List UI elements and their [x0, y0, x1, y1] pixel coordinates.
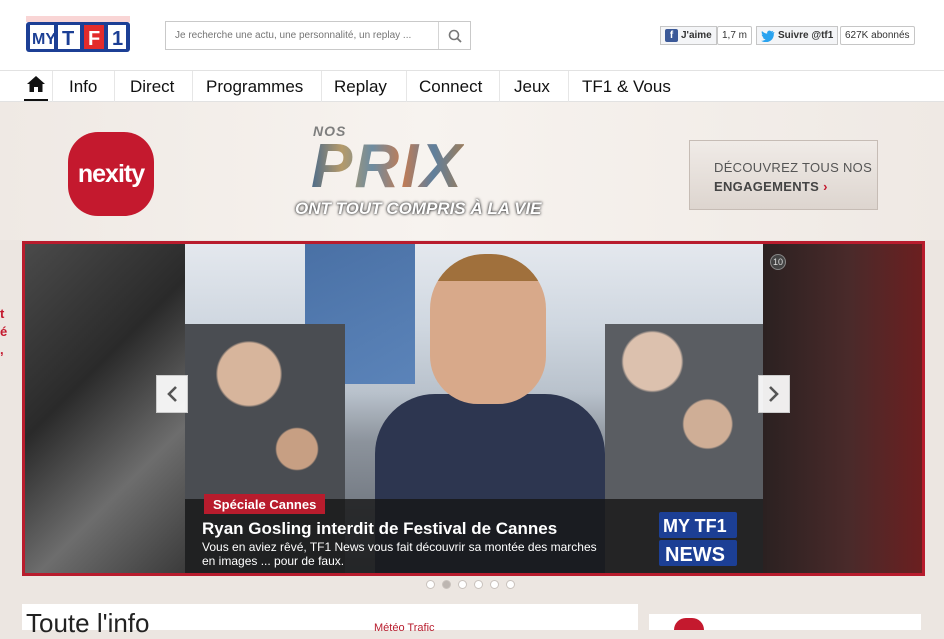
nav-item-replay[interactable]: Replay	[319, 71, 407, 102]
slide-headline[interactable]: Ryan Gosling interdit de Festival de Can…	[202, 519, 557, 539]
rating-badge: 10	[770, 254, 786, 270]
twitter-icon	[761, 30, 775, 42]
slider-dot[interactable]	[490, 580, 499, 589]
engagements-button[interactable]: DÉCOUVREZ TOUS NOS ENGAGEMENTS ›	[689, 140, 878, 210]
slider-dot[interactable]	[474, 580, 483, 589]
slider-dot[interactable]	[458, 580, 467, 589]
section-links[interactable]: Météo Trafic	[374, 622, 435, 634]
slide-photo-person-head	[430, 254, 546, 404]
chevron-left-icon	[167, 386, 177, 402]
prix-big-text: PRIX	[311, 132, 464, 201]
svg-text:MY: MY	[32, 31, 56, 48]
side-fragment-text: ,	[0, 342, 4, 357]
nav-item-direct[interactable]: Direct	[116, 71, 194, 102]
side-fragment-text: t	[0, 306, 5, 321]
nav-item-tf1-vous[interactable]: TF1 & Vous	[568, 71, 671, 102]
header: MY T F 1 f J'aime 1,7 m Suivre @tf1 627K…	[0, 0, 944, 70]
twitter-follow-button[interactable]: Suivre @tf1	[756, 26, 839, 45]
section-title: Toute l'info	[26, 608, 150, 638]
search-input[interactable]	[166, 22, 438, 49]
twitter-count: 627K abonnés	[840, 26, 915, 45]
side-widget-logo	[674, 618, 704, 630]
nav-home[interactable]	[24, 75, 48, 101]
nav-item-programmes[interactable]: Programmes	[191, 71, 323, 102]
slider-next-button[interactable]	[758, 375, 790, 413]
svg-text:MY TF1: MY TF1	[663, 516, 727, 536]
nav-item-info[interactable]: Info	[52, 71, 116, 102]
prix-subtitle: ONT TOUT COMPRIS À LA VIE	[295, 199, 542, 218]
nexity-logo[interactable]: nexity	[68, 132, 154, 216]
slider-dot[interactable]	[506, 580, 515, 589]
nav-item-connect[interactable]: Connect	[404, 71, 501, 102]
slider-pagination	[426, 580, 515, 589]
featured-slider: 10 Spéciale Cannes Ryan Gosling interdit…	[22, 241, 925, 576]
cta-line1: DÉCOUVREZ TOUS NOS	[714, 160, 873, 175]
main-nav: Info Direct Programmes Replay Connect Je…	[0, 70, 944, 102]
nav-item-jeux[interactable]: Jeux	[499, 71, 569, 102]
svg-text:NEWS: NEWS	[665, 544, 725, 566]
facebook-like-label: J'aime	[681, 30, 712, 41]
search-box	[165, 21, 471, 50]
twitter-follow-label: Suivre @tf1	[778, 30, 834, 41]
tf1-news-logo: MY TF1 NEWS	[659, 512, 737, 566]
facebook-icon: f	[665, 29, 678, 42]
svg-text:F: F	[88, 28, 100, 50]
svg-text:T: T	[62, 28, 74, 50]
facebook-count: 1,7 m	[717, 26, 753, 45]
side-fragment-text: é	[0, 324, 8, 339]
cta-line2: ENGAGEMENTS ›	[714, 177, 877, 196]
mytf1-logo[interactable]: MY T F 1	[26, 16, 130, 54]
slider-dot-active[interactable]	[442, 580, 451, 589]
chevron-right-icon: ›	[823, 179, 828, 194]
search-button[interactable]	[438, 22, 470, 49]
home-icon	[27, 76, 45, 92]
slider-dot[interactable]	[426, 580, 435, 589]
prix-artwork[interactable]: NOS PRIX ONT TOUT COMPRIS À LA VIE	[283, 117, 553, 227]
slide-tag[interactable]: Spéciale Cannes	[204, 494, 326, 514]
facebook-like-button[interactable]: f J'aime	[660, 26, 717, 45]
cta-line2-label: ENGAGEMENTS	[714, 179, 820, 194]
search-icon	[448, 29, 462, 43]
svg-text:1: 1	[112, 28, 123, 50]
slide-description: Vous en aviez rêvé, TF1 News vous fait d…	[202, 540, 597, 568]
slider-prev-button[interactable]	[156, 375, 188, 413]
chevron-right-icon	[769, 386, 779, 402]
